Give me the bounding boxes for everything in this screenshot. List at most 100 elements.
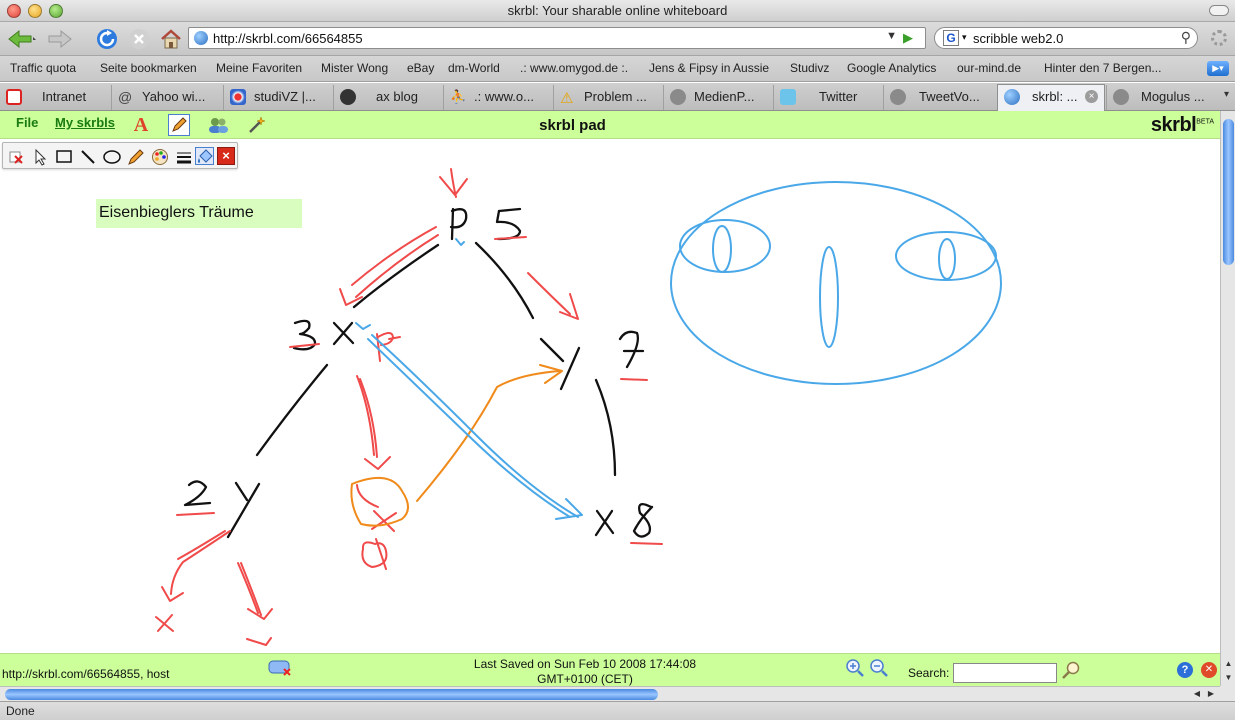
horizontal-scroll-thumb[interactable] (5, 689, 658, 700)
line-width-icon[interactable] (174, 147, 193, 165)
search-go-icon[interactable] (1061, 660, 1081, 684)
bookmark-item[interactable]: Meine Favoriten (216, 61, 302, 75)
scroll-right-icon[interactable]: ▶ (1205, 688, 1217, 700)
tab-label: Intranet (42, 89, 87, 104)
globe-icon (1004, 89, 1020, 105)
tab-ax-blog[interactable]: ax blog (333, 85, 443, 110)
tab-omygod[interactable]: ⛹ .: www.o... (443, 85, 553, 110)
tab-label: .: www.o... (474, 89, 534, 104)
line-icon[interactable] (78, 147, 97, 165)
scrollbar-corner (1220, 686, 1235, 701)
pencil-icon[interactable] (126, 147, 145, 165)
bookmark-item[interactable]: dm-World (448, 61, 500, 75)
tab-mogulus[interactable]: Mogulus ... (1106, 85, 1218, 110)
tab-tweetvo[interactable]: TweetVo... (883, 85, 996, 110)
history-dropdown-icon[interactable]: ▼ (886, 30, 897, 42)
tab-label: studiVZ |... (254, 89, 316, 104)
palette-icon[interactable] (150, 147, 169, 165)
bookmark-item[interactable]: .: www.omygod.de :. (520, 61, 628, 75)
select-arrow-icon[interactable] (30, 147, 49, 166)
tab-label: Problem ... (584, 89, 647, 104)
close-pad-icon[interactable]: ✕ (1201, 662, 1217, 678)
toolbar-toggle-button[interactable] (1209, 5, 1229, 16)
close-icon[interactable]: × (217, 147, 235, 165)
black-strokes (183, 207, 654, 539)
drawing-toolbar: × (2, 142, 238, 169)
back-button[interactable] (4, 26, 38, 52)
magnifier-icon[interactable]: ⚲ (1181, 29, 1191, 46)
bookmark-item[interactable]: Jens & Fipsy in Aussie (649, 61, 769, 75)
stop-icon (129, 29, 149, 49)
window-close-button[interactable] (7, 4, 21, 18)
warning-icon: ⚠ (560, 90, 574, 107)
forward-button[interactable] (46, 26, 80, 52)
address-text: http://skrbl.com/66564855 (213, 31, 363, 46)
tab-yahoo[interactable]: @ Yahoo wi... (111, 85, 223, 110)
wordpress-icon (340, 89, 356, 105)
skrbl-header: File My skrbls A skrbl pad skrblBETA (0, 111, 1220, 139)
tab-list-dropdown-icon[interactable]: ▾ (1224, 89, 1229, 100)
tab-intranet[interactable]: Intranet (0, 85, 110, 110)
bookmark-item[interactable]: Hinter den 7 Bergen... (1044, 61, 1161, 75)
tab-studivz[interactable]: studiVZ |... (223, 85, 333, 110)
studivz-icon (230, 89, 246, 105)
pad-search-input[interactable] (953, 663, 1057, 683)
twitter-icon (780, 89, 796, 105)
back-arrow-icon (8, 29, 36, 49)
browser-status-text: Done (6, 704, 35, 718)
reload-button[interactable] (94, 26, 120, 52)
vertical-scrollbar[interactable]: ▲ ▼ (1220, 111, 1235, 686)
browser-window: skrbl: Your sharable online whiteboard h… (0, 0, 1235, 720)
ellipse-icon[interactable] (102, 147, 121, 165)
bookmark-item[interactable]: eBay (407, 61, 434, 75)
tab-twitter[interactable]: Twitter (773, 85, 883, 110)
window-zoom-button[interactable] (49, 4, 63, 18)
vertical-scroll-thumb[interactable] (1223, 119, 1234, 265)
generic-page-icon (890, 89, 906, 105)
stop-button[interactable] (126, 26, 152, 52)
whiteboard-canvas[interactable]: Eisenbieglers Träume (0, 139, 1220, 653)
clear-icon[interactable] (6, 147, 25, 165)
web-search-input[interactable]: scribble web2.0 (973, 31, 1063, 46)
tab-label: Yahoo wi... (142, 89, 206, 104)
home-button[interactable] (158, 26, 184, 52)
bookmark-item[interactable]: Seite bookmarken (100, 61, 197, 75)
address-bar[interactable]: http://skrbl.com/66564855 ▼ ▶ (188, 27, 926, 49)
zoom-in-icon[interactable] (845, 658, 865, 683)
home-icon (161, 29, 181, 49)
close-tab-icon[interactable]: × (1085, 90, 1098, 103)
scroll-left-icon[interactable]: ◀ (1191, 688, 1203, 700)
bookmark-item[interactable]: Google Analytics (847, 61, 936, 75)
disconnect-icon[interactable] (268, 658, 292, 676)
horizontal-scrollbar[interactable]: ◀ ▶ (0, 686, 1220, 701)
skrbl-logo: skrblBETA (1151, 114, 1214, 137)
go-arrow-icon[interactable]: ▶ (903, 30, 921, 46)
web-search-box[interactable]: G ▾ scribble web2.0 ⚲ (934, 27, 1198, 49)
tab-label: Mogulus ... (1141, 89, 1205, 104)
rectangle-icon[interactable] (54, 147, 73, 165)
brand-name: skrbl (1150, 114, 1197, 136)
window-minimize-button[interactable] (28, 4, 42, 18)
tab-label: TweetVo... (919, 89, 980, 104)
figure-icon: ⛹ (450, 89, 467, 104)
bookmark-item[interactable]: Traffic quota (10, 61, 76, 75)
scroll-up-icon[interactable]: ▲ (1221, 657, 1235, 671)
engine-dropdown-icon[interactable]: ▾ (962, 32, 967, 43)
tab-skrbl[interactable]: skrbl: ... × (997, 84, 1105, 111)
bookmarks-overflow-icon[interactable]: ▶▾ (1207, 61, 1229, 76)
help-icon[interactable]: ? (1177, 662, 1193, 678)
generic-page-icon (1113, 89, 1129, 105)
bookmark-item[interactable]: Mister Wong (321, 61, 388, 75)
bookmark-item[interactable]: Studivz (790, 61, 829, 75)
google-engine-icon[interactable]: G (943, 30, 959, 46)
pad-title: skrbl pad (539, 117, 606, 134)
zoom-out-icon[interactable] (869, 658, 889, 683)
fill-bucket-icon[interactable] (195, 147, 214, 165)
scroll-down-icon[interactable]: ▼ (1221, 671, 1235, 685)
skrbl-status-bar: http://skrbl.com/66564855, host Last Sav… (0, 653, 1220, 686)
browser-status-bar: Done (0, 701, 1235, 720)
bookmark-item[interactable]: our-mind.de (957, 61, 1021, 75)
tab-medienp[interactable]: MedienP... (663, 85, 773, 110)
tab-problem[interactable]: ⚠ Problem ... (553, 85, 663, 110)
site-globe-icon (194, 31, 208, 45)
